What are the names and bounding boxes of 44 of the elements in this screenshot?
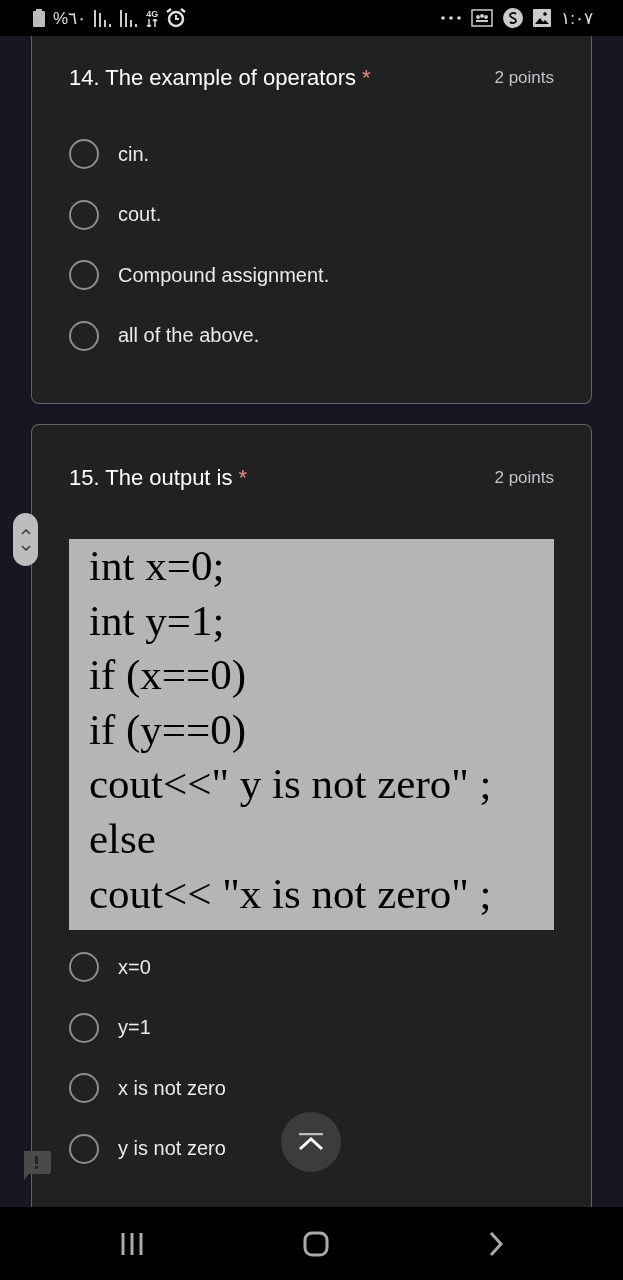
code-line: if (y==0) bbox=[89, 704, 247, 755]
option-label: x is not zero bbox=[118, 1076, 226, 1100]
radio-button[interactable] bbox=[69, 952, 99, 983]
option-label: cin. bbox=[118, 142, 150, 166]
data-arrows-icon bbox=[146, 18, 159, 27]
question-title: 14. The example of operators * bbox=[69, 65, 372, 91]
back-icon[interactable] bbox=[489, 1231, 504, 1256]
option-label: Compound assignment. bbox=[118, 263, 330, 287]
home-icon[interactable] bbox=[303, 1230, 330, 1257]
radio-button[interactable] bbox=[69, 1073, 99, 1104]
more-icon bbox=[441, 16, 462, 20]
code-line: if (x==0) bbox=[89, 650, 247, 701]
radio-button[interactable] bbox=[69, 320, 99, 351]
contacts-icon bbox=[471, 9, 494, 27]
option-label: cout. bbox=[118, 203, 162, 227]
clock-time: ١:٠٧ bbox=[561, 7, 593, 29]
battery-icon bbox=[33, 9, 45, 27]
code-line: int x=0; bbox=[89, 541, 225, 591]
option-label: y is not zero bbox=[118, 1137, 226, 1161]
radio-button[interactable] bbox=[69, 199, 99, 230]
signal-icon bbox=[120, 9, 139, 27]
code-line: cout<<" y is not zero" ; bbox=[89, 759, 492, 810]
radio-button[interactable] bbox=[69, 1133, 99, 1164]
option-label: y=1 bbox=[118, 1016, 151, 1040]
alarm-icon bbox=[166, 8, 187, 28]
signal-icon bbox=[94, 9, 113, 27]
radio-button[interactable] bbox=[69, 1012, 99, 1043]
image-icon bbox=[533, 9, 552, 27]
points-label: 2 points bbox=[494, 468, 554, 488]
points-label: 2 points bbox=[494, 68, 554, 88]
question-title: 15. The output is * bbox=[69, 465, 249, 491]
radio-button[interactable] bbox=[69, 260, 99, 291]
scroll-to-top-icon bbox=[298, 1133, 324, 1151]
option-label: all of the above. bbox=[118, 324, 260, 348]
sync-icon bbox=[503, 8, 524, 28]
code-line: int y=1; bbox=[89, 595, 225, 646]
recent-apps-icon[interactable] bbox=[119, 1231, 144, 1256]
code-line: cout<< "x is not zero" ; bbox=[89, 868, 492, 919]
code-line: else bbox=[89, 813, 156, 864]
battery-percent: %٦٠ bbox=[53, 7, 87, 29]
radio-button[interactable] bbox=[69, 139, 99, 170]
network-type: 4G bbox=[146, 9, 159, 19]
option-label: x=0 bbox=[118, 955, 151, 979]
scroll-handle[interactable] bbox=[13, 513, 38, 566]
